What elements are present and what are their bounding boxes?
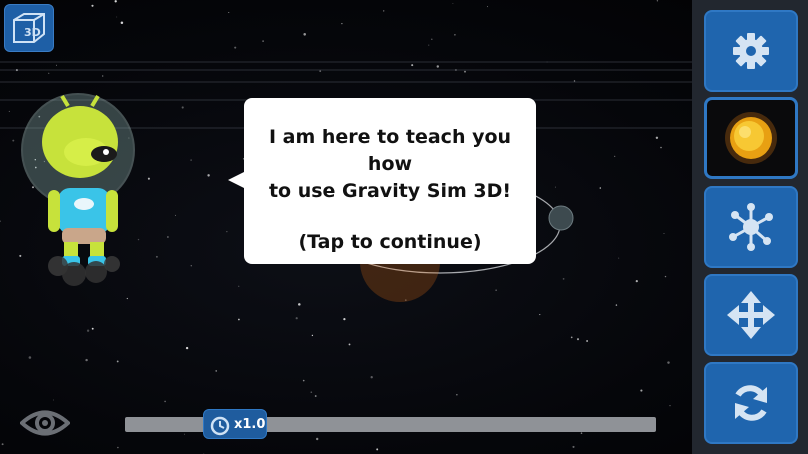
view-3d-button[interactable]: 3D [4,4,54,52]
cube-3d-icon: 3D [13,13,45,43]
tool-sidebar [692,0,808,454]
reset-button[interactable] [704,362,798,444]
simulation-viewport[interactable]: 3D I am here to teach you how to use Gra… [0,0,808,454]
eye-icon[interactable] [20,406,70,440]
alien-tutor-character[interactable] [18,90,148,290]
svg-text:3D: 3D [24,26,41,39]
tap-to-continue-text: (Tap to continue) [298,231,482,253]
move-button[interactable] [704,274,798,356]
tutorial-text-line-2: to use Gravity Sim 3D! [268,180,512,202]
move-arrows-icon [727,291,775,339]
tutorial-text-line-1: I am here to teach you how [268,126,512,175]
clock-icon [210,416,230,436]
gear-icon [733,33,769,69]
orbit-network-button[interactable] [704,186,798,268]
time-speed-slider-handle[interactable]: x1.0 [203,409,267,439]
orbiting-planet [548,205,574,231]
add-sun-button[interactable] [704,97,798,179]
settings-button[interactable] [704,10,798,92]
time-speed-label: x1.0 [234,417,266,432]
tutorial-speech-bubble[interactable]: I am here to teach you how to use Gravit… [228,98,536,264]
network-icon [729,203,773,251]
sun-icon [725,112,777,164]
refresh-icon [735,385,767,421]
